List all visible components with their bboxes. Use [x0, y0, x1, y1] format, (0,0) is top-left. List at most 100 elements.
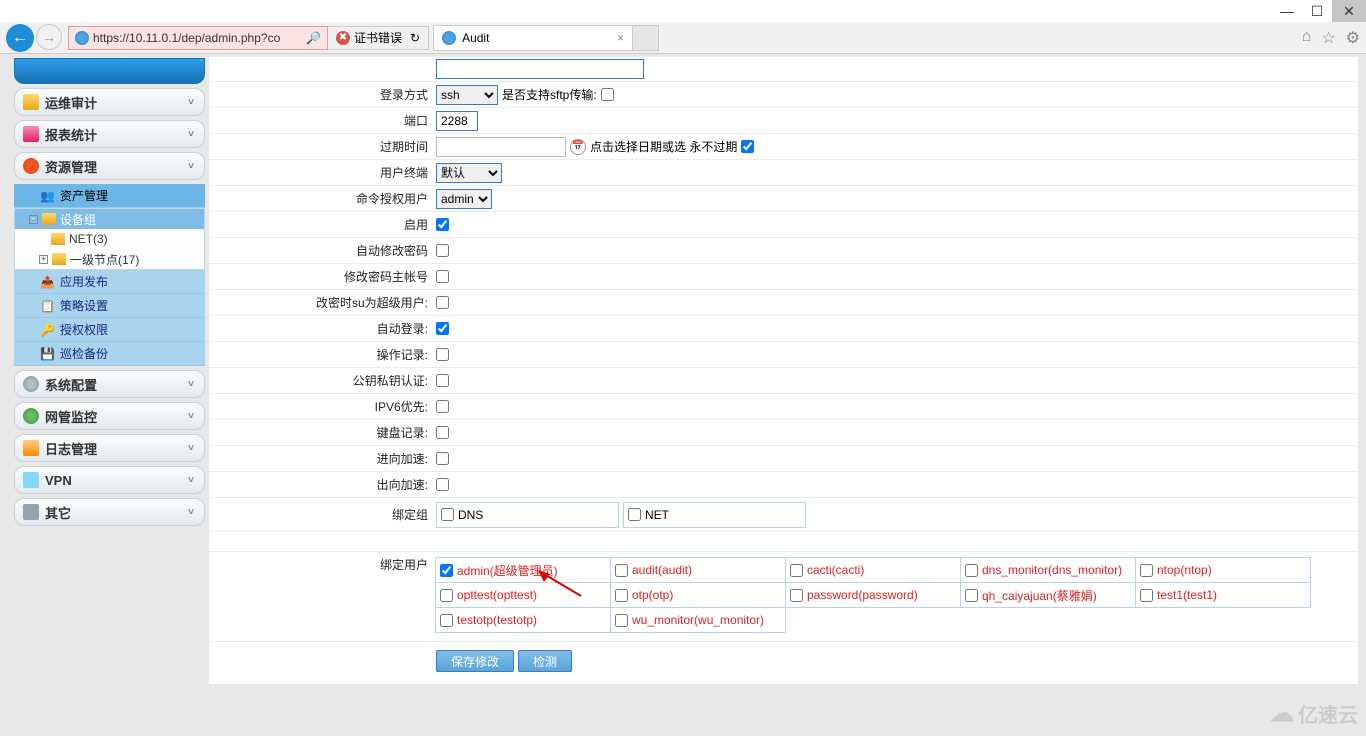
sub-label: 授权权限: [60, 321, 108, 338]
cmd-user-select[interactable]: admin: [436, 189, 492, 209]
user-cell: cacti(cacti): [785, 557, 961, 583]
folder-icon: [23, 94, 39, 110]
sidebar-vpn[interactable]: VPN ˅: [14, 466, 205, 494]
collapse-icon[interactable]: −: [29, 215, 38, 224]
auto-chpw-checkbox[interactable]: [436, 244, 449, 257]
group-dns-checkbox[interactable]: [441, 508, 454, 521]
user-checkbox[interactable]: [1140, 589, 1153, 602]
label-chpw-main: 修改密码主帐号: [209, 268, 434, 285]
folder-icon: [52, 253, 66, 265]
sidebar-backup[interactable]: 💾 巡检备份: [14, 342, 205, 366]
user-checkbox[interactable]: [615, 589, 628, 602]
sidebar-resource[interactable]: 资源管理 ˅: [14, 152, 205, 180]
resource-icon: [23, 158, 39, 174]
group-net-checkbox[interactable]: [628, 508, 641, 521]
user-checkbox[interactable]: [965, 564, 978, 577]
label-terminal: 用户终端: [209, 164, 434, 181]
user-cell-admin: admin(超级管理员): [435, 557, 611, 583]
sidebar-app-pub[interactable]: 📤 应用发布: [14, 270, 205, 294]
su-super-checkbox[interactable]: [436, 296, 449, 309]
login-method-select[interactable]: ssh: [436, 85, 498, 105]
never-expire-checkbox[interactable]: [741, 140, 754, 153]
sftp-checkbox[interactable]: [601, 88, 614, 101]
user-checkbox[interactable]: [440, 589, 453, 602]
sidebar-label: VPN: [45, 473, 72, 488]
user-checkbox[interactable]: [615, 564, 628, 577]
label-bind-group: 绑定组: [209, 506, 434, 523]
key-auth-checkbox[interactable]: [436, 374, 449, 387]
backup-icon: 💾: [40, 347, 54, 361]
user-cell: testotp(testotp): [435, 607, 611, 633]
sidebar-report[interactable]: 报表统计 ˅: [14, 120, 205, 148]
tree-root[interactable]: − 设备组: [15, 209, 204, 229]
tree-net[interactable]: NET(3): [15, 229, 204, 249]
chpw-main-checkbox[interactable]: [436, 270, 449, 283]
user-checkbox[interactable]: [790, 589, 803, 602]
close-button[interactable]: ✕: [1332, 0, 1366, 22]
enable-checkbox[interactable]: [436, 218, 449, 231]
search-icon[interactable]: 🔎: [306, 31, 321, 45]
group-net-label: NET: [645, 508, 669, 522]
sidebar-netmon[interactable]: 网管监控 ˅: [14, 402, 205, 430]
user-cell: otp(otp): [610, 582, 786, 608]
sidebar-policy[interactable]: 📋 策略设置: [14, 294, 205, 318]
sidebar-auth[interactable]: 🔑 授权权限: [14, 318, 205, 342]
new-tab-button[interactable]: [633, 25, 659, 51]
publish-icon: 📤: [40, 275, 54, 289]
home-icon[interactable]: ⌂: [1302, 28, 1312, 48]
settings-icon[interactable]: ⚙: [1346, 28, 1360, 48]
detect-button[interactable]: 检测: [518, 650, 572, 672]
terminal-select[interactable]: 默认: [436, 163, 502, 183]
out-acc-checkbox[interactable]: [436, 478, 449, 491]
sidebar-sysconf[interactable]: 系统配置 ˅: [14, 370, 205, 398]
reload-icon[interactable]: ↻: [410, 31, 420, 45]
sidebar-asset-mgmt[interactable]: 👥 资产管理: [14, 184, 205, 208]
chevron-down-icon: ˅: [188, 443, 194, 454]
nav-forward-button[interactable]: →: [36, 24, 62, 50]
user-cell: password(password): [785, 582, 961, 608]
tree-node1[interactable]: + 一级节点(17): [15, 249, 204, 269]
user-label: opttest(opttest): [457, 588, 537, 602]
tab-close-icon[interactable]: ×: [617, 31, 624, 45]
favorites-icon[interactable]: ☆: [1321, 28, 1335, 48]
user-cell: opttest(opttest): [435, 582, 611, 608]
sub-label: 策略设置: [60, 297, 108, 314]
maximize-button[interactable]: ☐: [1302, 0, 1332, 22]
user-checkbox[interactable]: [1140, 564, 1153, 577]
ipv6-checkbox[interactable]: [436, 400, 449, 413]
in-acc-checkbox[interactable]: [436, 452, 449, 465]
vpn-icon: [23, 472, 39, 488]
label-in-acc: 进向加速:: [209, 450, 434, 467]
sidebar-label: 日志管理: [45, 439, 97, 458]
user-checkbox[interactable]: [615, 614, 628, 627]
folder-icon: [42, 213, 56, 225]
sidebar-audit[interactable]: 运维审计 ˅: [14, 88, 205, 116]
prev-input[interactable]: [436, 59, 644, 79]
nav-back-button[interactable]: ←: [6, 24, 34, 52]
sidebar-logmgmt[interactable]: 日志管理 ˅: [14, 434, 205, 462]
minimize-button[interactable]: —: [1272, 0, 1302, 22]
user-cell: test1(test1): [1135, 582, 1311, 608]
auto-login-checkbox[interactable]: [436, 322, 449, 335]
user-checkbox[interactable]: [790, 564, 803, 577]
user-cell: ntop(ntop): [1135, 557, 1311, 583]
label-auto-login: 自动登录:: [209, 320, 434, 337]
cert-error-box[interactable]: ✖ 证书错误 ↻: [328, 26, 429, 50]
user-admin-checkbox[interactable]: [440, 564, 453, 577]
calendar-icon[interactable]: 📅: [570, 139, 586, 155]
kb-rec-checkbox[interactable]: [436, 426, 449, 439]
url-input[interactable]: https://10.11.0.1/dep/admin.php?co 🔎: [68, 26, 328, 50]
app-body: 运维审计 ˅ 报表统计 ˅ 资源管理 ˅ 👥 资产管理 − 设备组: [0, 54, 1366, 686]
op-rec-checkbox[interactable]: [436, 348, 449, 361]
expand-icon[interactable]: +: [39, 255, 48, 264]
window-chrome: — ☐ ✕: [0, 0, 1366, 22]
expire-input[interactable]: [436, 137, 566, 157]
port-input[interactable]: [436, 111, 478, 131]
user-checkbox[interactable]: [965, 589, 978, 602]
user-checkbox[interactable]: [440, 614, 453, 627]
sub-label: 巡检备份: [60, 345, 108, 362]
sidebar-other[interactable]: 其它 ˅: [14, 498, 205, 526]
browser-tab[interactable]: Audit ×: [433, 25, 633, 51]
sidebar-top[interactable]: [14, 58, 205, 84]
save-button[interactable]: 保存修改: [436, 650, 514, 672]
